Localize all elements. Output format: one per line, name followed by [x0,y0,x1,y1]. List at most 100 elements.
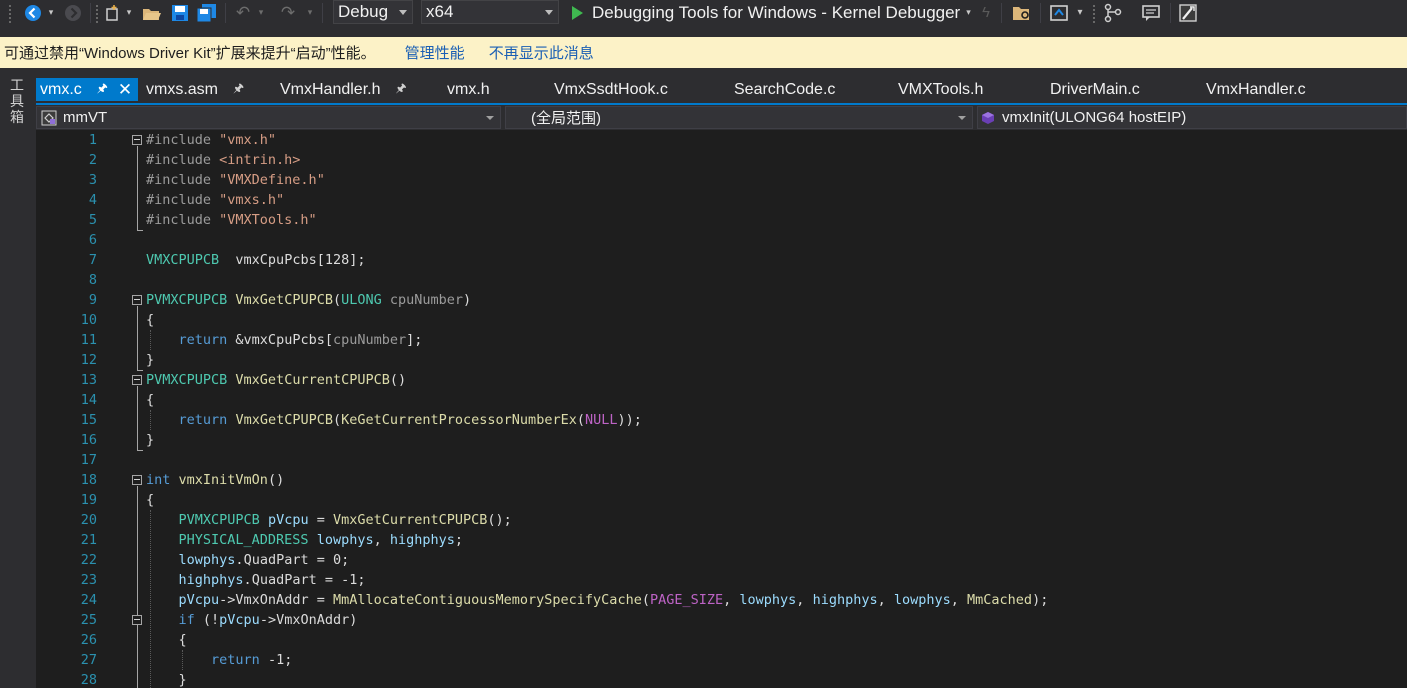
code-line[interactable]: 26 { [36,630,1407,650]
code-line[interactable]: 11 return &vmxCpuPcbs[cpuNumber]; [36,330,1407,350]
tab-label: vmx.h [447,80,490,98]
code-line[interactable]: 4 #include "vmxs.h" [36,190,1407,210]
code-line[interactable]: 24 pVcpu->VmxOnAddr = MmAllocateContiguo… [36,590,1407,610]
code-line[interactable]: 1 #include "vmx.h" [36,130,1407,150]
code-line[interactable]: 28 } [36,670,1407,688]
code-token: ) [463,292,472,308]
code-text: } [146,350,154,370]
tab-vmxhandler-c[interactable]: VmxHandler.c [1206,78,1306,101]
save-all-icon[interactable] [195,0,219,25]
member-select[interactable]: vmxInit(ULONG64 hostEIP) [977,106,1407,129]
start-debugger-button[interactable]: Debugging Tools for Windows - Kernel Deb… [592,0,972,25]
code-line[interactable]: 20 PVMXCPUPCB pVcpu = VmxGetCurrentCPUPC… [36,510,1407,530]
solution-explorer-icon[interactable] [1047,0,1071,25]
tab-searchcode-c[interactable]: SearchCode.c [734,78,835,101]
save-icon[interactable] [169,0,191,25]
code-line[interactable]: 3 #include "VMXDefine.h" [36,170,1407,190]
scope-select[interactable]: (全局范围) [505,106,973,129]
back-dropdown-icon[interactable]: ▾ [46,0,56,25]
toolbar-grip[interactable] [8,4,12,24]
code-line[interactable]: 13 PVMXCPUPCB VmxGetCurrentCPUPCB() [36,370,1407,390]
customize-dropdown-icon[interactable]: ▾ [1073,0,1087,25]
open-file-icon[interactable] [141,0,163,25]
code-line[interactable]: 2 #include <intrin.h> [36,150,1407,170]
code-text: #include "vmxs.h" [146,190,284,210]
manage-performance-link[interactable]: 管理性能 [405,42,465,63]
fold-guide [137,486,138,688]
configuration-select[interactable]: Debug [333,0,413,24]
line-number: 23 [80,572,97,588]
undo-dropdown-icon[interactable]: ▾ [256,0,266,25]
undo-icon[interactable]: ↶ [232,0,254,25]
pin-icon[interactable]: 🖈 [396,79,407,100]
new-project-icon[interactable] [101,0,123,25]
code-line[interactable]: 5 #include "VMXTools.h" [36,210,1407,230]
code-token: (! [194,612,220,628]
code-line[interactable]: 23 highphys.QuadPart = -1; [36,570,1407,590]
fold-toggle[interactable] [132,135,142,145]
toolbox-tab[interactable]: 工具箱 [8,77,26,125]
redo-dropdown-icon[interactable]: ▾ [305,0,315,25]
comment-icon[interactable] [1138,0,1164,25]
fold-toggle[interactable] [132,375,142,385]
code-line[interactable]: 19 { [36,490,1407,510]
find-in-files-icon[interactable] [1010,0,1034,25]
dont-show-again-link[interactable]: 不再显示此消息 [489,42,594,63]
code-line[interactable]: 7 VMXCPUPCB vmxCpuPcbs[128]; [36,250,1407,270]
code-line[interactable]: 25 if (!pVcpu->VmxOnAddr) [36,610,1407,630]
code-line[interactable]: 22 lowphys.QuadPart = 0; [36,550,1407,570]
toolbar-grip[interactable] [95,4,99,24]
code-line[interactable]: 6 [36,230,1407,250]
tab-vmxssdthook-c[interactable]: VmxSsdtHook.c [554,78,668,101]
code-token: #include [146,152,220,168]
wizard-icon[interactable] [1176,0,1200,25]
code-token: , [877,592,894,608]
tab-label: SearchCode.c [734,80,836,98]
redo-icon[interactable]: ↷ [277,0,299,25]
code-token: = [308,512,333,528]
fold-toggle[interactable] [132,475,142,485]
line-number: 22 [80,552,97,568]
hot-reload-icon[interactable]: ϟ [976,0,996,25]
code-token: PHYSICAL_ADDRESS [178,532,309,548]
code-line[interactable]: 9 PVMXCPUPCB VmxGetCPUPCB(ULONG cpuNumber… [36,290,1407,310]
tab-vmxhandler-h[interactable]: VmxHandler.h 🖈 [280,78,407,101]
tab-vmxs-asm[interactable]: vmxs.asm 🖈 [146,78,244,101]
tab-drivermain-c[interactable]: DriverMain.c [1050,78,1140,101]
code-line[interactable]: 14 { [36,390,1407,410]
code-line[interactable]: 12} [36,350,1407,370]
code-token: -1; [259,652,293,668]
project-name: mmVT [63,109,108,126]
pin-icon[interactable]: 🖈 [97,79,108,100]
code-token: vmxInitVmOn [178,472,268,488]
code-text: int vmxInitVmOn() [146,470,284,490]
fold-toggle[interactable] [132,295,142,305]
project-select[interactable]: mmVT [36,106,501,129]
code-line[interactable]: 27 return -1; [36,650,1407,670]
tab-vmx-c[interactable]: vmx.c 🖈 ✕ [36,78,138,101]
code-line[interactable]: 18 int vmxInitVmOn() [36,470,1407,490]
forward-icon[interactable] [62,0,84,25]
line-number: 10 [80,312,97,328]
tab-vmxtools-h[interactable]: VMXTools.h [898,78,983,101]
start-debug-icon[interactable] [566,0,588,25]
code-line[interactable]: 10 { [36,310,1407,330]
code-editor[interactable]: 1 #include "vmx.h" 2 #include <intrin.h> 3 #i… [36,130,1407,688]
code-line[interactable]: 17 [36,450,1407,470]
new-dropdown-icon[interactable]: ▾ [124,0,134,25]
indent-guide [150,410,151,430]
tab-label: DriverMain.c [1050,80,1140,98]
tab-vmx-h[interactable]: vmx.h [447,78,490,101]
platform-select[interactable]: x64 [421,0,559,24]
code-line[interactable]: 8 [36,270,1407,290]
pin-icon[interactable]: 🖈 [233,79,244,100]
code-line[interactable]: 16} [36,430,1407,450]
code-line[interactable]: 21 PHYSICAL_ADDRESS lowphys, highphys; [36,530,1407,550]
toolbar-grip[interactable] [1092,4,1096,24]
back-icon[interactable] [22,0,44,25]
code-line[interactable]: 15 return VmxGetCPUPCB(KeGetCurrentProce… [36,410,1407,430]
line-number: 27 [80,652,97,668]
fold-toggle[interactable] [132,615,142,625]
attach-icon[interactable] [1100,0,1126,25]
close-icon[interactable]: ✕ [118,80,132,100]
